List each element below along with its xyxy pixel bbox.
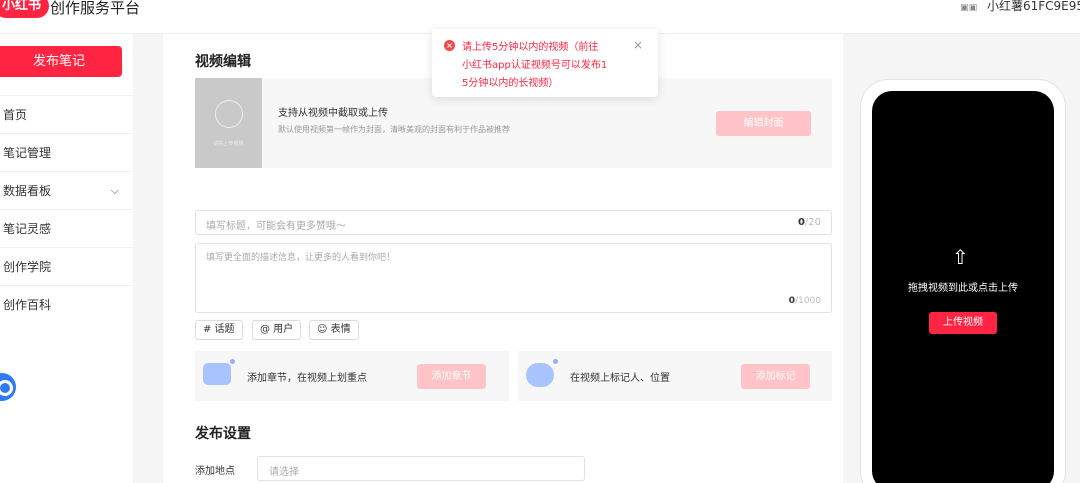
description-char-count: 0/1000 — [788, 296, 821, 306]
chapter-icon — [203, 359, 235, 385]
sidebar-item-notes[interactable]: 笔记管理 — [0, 133, 133, 171]
sidebar-item-home[interactable]: 首页 — [0, 95, 133, 133]
description-placeholder: 填写更全面的描述信息，让更多的人看到你吧！ — [206, 253, 396, 263]
add-mark-button[interactable]: 添加标记 — [741, 364, 810, 389]
sidebar-item-label: 创作百科 — [3, 298, 52, 312]
sidebar-item-label: 创作学院 — [3, 260, 52, 274]
sidebar: 发布笔记 首页 笔记管理 数据看板 ⌵ 笔记灵感 创作学院 创作百科 — [0, 34, 133, 483]
sidebar-item-label: 首页 — [3, 108, 28, 122]
user-card-icon: ▣▣ — [960, 3, 978, 13]
thumbnail-label: 请先上传视频 — [213, 141, 244, 147]
location-select[interactable]: 请选择 — [257, 456, 585, 481]
title-placeholder: 填写标题，可能会有更多赞哦～ — [206, 221, 346, 232]
sidebar-item-academy[interactable]: 创作学院 — [0, 247, 133, 285]
cover-thumbnail[interactable]: 请先上传视频 — [195, 78, 262, 168]
title-char-count: 0/20 — [797, 217, 821, 228]
cover-description: 默认使用视频第一帧作为封面，清晰美观的封面有利于作品被推荐 — [278, 125, 510, 134]
sidebar-item-data[interactable]: 数据看板 ⌵ — [0, 171, 133, 209]
sidebar-item-wiki[interactable]: 创作百科 — [0, 285, 133, 323]
logo[interactable]: 小红书 — [0, 0, 50, 18]
add-chapter-button[interactable]: 添加章节 — [417, 364, 486, 389]
mention-user-button[interactable]: @ 用户 — [252, 320, 302, 340]
emoji-button[interactable]: ☺ 表情 — [309, 320, 359, 340]
close-icon[interactable]: × — [633, 38, 643, 52]
upload-video-button[interactable]: 上传视频 — [929, 312, 997, 334]
upload-hint: 拖拽视频到此或点击上传 — [908, 283, 1018, 294]
topic-button[interactable]: # 话题 — [195, 320, 243, 340]
placeholder-avatar-icon — [215, 100, 243, 128]
sidebar-item-label: 笔记管理 — [3, 146, 52, 160]
toast-message-line: 小红书app认证视频号可以发布1 — [462, 60, 608, 71]
sidebar-item-inspiration[interactable]: 笔记灵感 — [0, 209, 133, 247]
sidebar-item-label: 笔记灵感 — [3, 222, 52, 236]
platform-title: 创作服务平台 — [50, 0, 141, 17]
chapter-text: 添加章节，在视频上划重点 — [247, 373, 367, 384]
smiley-icon: ☺ — [317, 324, 331, 335]
toast-message-line: 请上传5分钟以内的视频（前往 — [462, 42, 599, 53]
mark-section: 在视频上标记人、位置 添加标记 — [518, 351, 832, 401]
location-placeholder: 请选择 — [269, 467, 299, 478]
sidebar-item-label: 数据看板 — [3, 184, 52, 198]
edit-cover-button[interactable]: 编辑封面 — [716, 111, 811, 136]
section-title-publish-settings: 发布设置 — [195, 426, 251, 442]
cover-title: 支持从视频中截取或上传 — [278, 108, 388, 119]
user-info[interactable]: ▣▣ 小红薯61FC9E95 — [960, 0, 1080, 14]
toast-message-line: 5分钟以内的长视频） — [462, 78, 559, 89]
publish-note-button[interactable]: 发布笔记 — [0, 46, 122, 77]
help-chat-icon[interactable] — [0, 373, 16, 401]
mark-icon — [526, 359, 558, 387]
editor-panel: 视频编辑 请先上传视频 支持从视频中截取或上传 默认使用视频第一帧作为封面，清晰… — [163, 34, 843, 483]
chapter-section: 添加章节，在视频上划重点 添加章节 — [195, 351, 509, 401]
error-icon: × — [444, 40, 455, 51]
error-toast: × 请上传5分钟以内的视频（前往 小红书app认证视频号可以发布1 5分钟以内的… — [432, 29, 658, 97]
upload-icon: ⇧ — [952, 245, 969, 269]
description-input[interactable]: 填写更全面的描述信息，让更多的人看到你吧！ 0/1000 — [195, 243, 832, 313]
chevron-down-icon: ⌵ — [110, 184, 119, 197]
title-input[interactable]: 填写标题，可能会有更多赞哦～ 0/20 — [195, 210, 832, 235]
phone-preview-screen[interactable]: ⇧ 拖拽视频到此或点击上传 上传视频 — [872, 91, 1054, 483]
user-name[interactable]: 小红薯61FC9E95 — [987, 0, 1080, 13]
section-title-video-edit: 视频编辑 — [195, 54, 251, 70]
mark-text: 在视频上标记人、位置 — [570, 373, 670, 384]
location-label: 添加地点 — [195, 466, 235, 477]
